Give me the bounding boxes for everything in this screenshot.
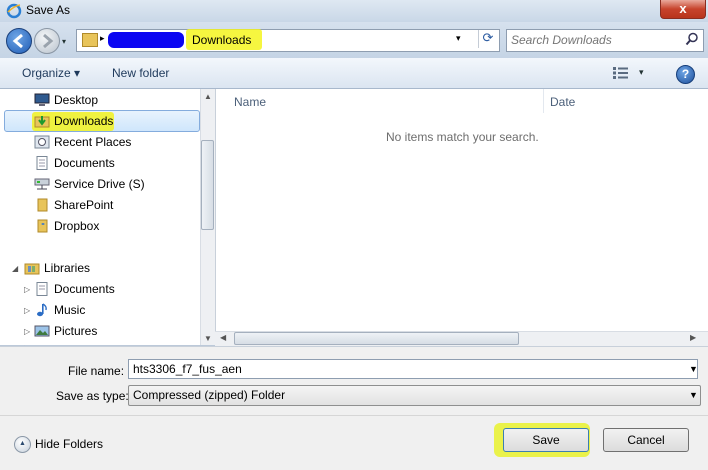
nav-item-label: Dropbox — [54, 219, 100, 233]
pictures-icon — [34, 324, 50, 338]
title-bar — [0, 0, 708, 22]
downloads-icon — [34, 114, 50, 128]
view-options-dropdown[interactable]: ▾ — [639, 67, 644, 78]
documents-icon — [34, 282, 50, 296]
nav-item-label: Service Drive (S) — [54, 177, 145, 191]
internet-explorer-icon — [6, 3, 22, 19]
nav-scroll-thumb[interactable] — [201, 140, 214, 230]
nav-item-label: Pictures — [54, 324, 98, 338]
folder-icon — [82, 33, 98, 47]
save-as-type-dropdown-icon[interactable]: ▼ — [689, 390, 698, 400]
folder-icon — [34, 198, 50, 212]
window-title: Save As — [26, 3, 71, 17]
save-as-type-select[interactable]: Compressed (zipped) Folder — [128, 385, 701, 406]
scroll-up-icon[interactable]: ▲ — [204, 92, 212, 101]
expand-pictures-icon[interactable]: ▷ — [24, 327, 30, 336]
nav-item-label: Libraries — [44, 261, 91, 275]
file-list-scroll-thumb[interactable] — [234, 332, 519, 345]
hide-folders-button[interactable]: Hide Folders — [35, 437, 103, 451]
libraries-icon — [24, 261, 40, 275]
recent-places-icon — [34, 135, 50, 149]
redaction-mark — [108, 32, 184, 48]
nav-item-label: Desktop — [54, 93, 99, 107]
nav-item-label: Documents — [54, 156, 115, 170]
documents-icon — [34, 156, 50, 170]
breadcrumb-chevron-icon[interactable]: ▸ — [100, 33, 105, 44]
command-toolbar — [0, 58, 708, 89]
desktop-icon — [34, 93, 50, 107]
recent-pages-dropdown[interactable]: ▾ — [62, 37, 66, 46]
file-name-label: File name: — [68, 364, 125, 378]
column-header-name[interactable]: Name — [234, 95, 266, 109]
nav-item-label: Downloads — [54, 114, 114, 128]
hide-folders-chevron-icon[interactable]: ▲ — [14, 436, 31, 453]
divider — [0, 415, 708, 416]
file-list[interactable] — [215, 89, 708, 345]
refresh-button[interactable]: ⟳ — [478, 30, 497, 48]
nav-item-label: Recent Places — [54, 135, 132, 149]
help-button[interactable]: ? — [676, 65, 695, 84]
back-arrow-icon — [12, 33, 23, 49]
nav-item-label: SharePoint — [54, 198, 114, 212]
search-icon[interactable] — [685, 32, 699, 46]
expand-documents-icon[interactable]: ▷ — [24, 285, 30, 294]
back-button[interactable] — [6, 28, 32, 54]
new-folder-button[interactable]: New folder — [112, 66, 169, 80]
nav-item-label: Documents — [54, 282, 115, 296]
collapse-libraries-icon[interactable]: ◢ — [12, 264, 18, 273]
change-view-icon[interactable] — [612, 66, 630, 80]
column-header-date[interactable]: Date — [550, 95, 575, 109]
close-button[interactable]: x — [660, 0, 706, 19]
network-drive-icon — [34, 177, 50, 191]
scroll-left-icon[interactable]: ◀ — [220, 333, 226, 342]
cancel-button[interactable]: Cancel — [603, 428, 689, 452]
expand-music-icon[interactable]: ▷ — [24, 306, 30, 315]
forward-arrow-icon — [43, 33, 54, 49]
forward-button[interactable] — [34, 28, 60, 54]
scroll-down-icon[interactable]: ▼ — [204, 334, 212, 343]
scroll-right-icon[interactable]: ▶ — [690, 333, 696, 342]
nav-item-label: Music — [54, 303, 86, 317]
empty-message: No items match your search. — [386, 130, 539, 144]
address-dropdown[interactable]: ▾ — [456, 33, 461, 44]
save-as-type-label: Save as type: — [56, 389, 129, 403]
breadcrumb-downloads[interactable]: Downloads — [192, 33, 251, 47]
save-button[interactable]: Save — [503, 428, 589, 452]
music-icon — [34, 303, 50, 317]
organize-button[interactable]: Organize ▾ — [22, 66, 80, 80]
file-name-field[interactable]: hts3306_f7_fus_aen — [128, 359, 698, 379]
search-input[interactable] — [511, 30, 681, 49]
column-divider[interactable] — [543, 89, 544, 113]
dropbox-icon — [34, 219, 50, 233]
file-name-dropdown-icon[interactable]: ▼ — [689, 364, 698, 374]
